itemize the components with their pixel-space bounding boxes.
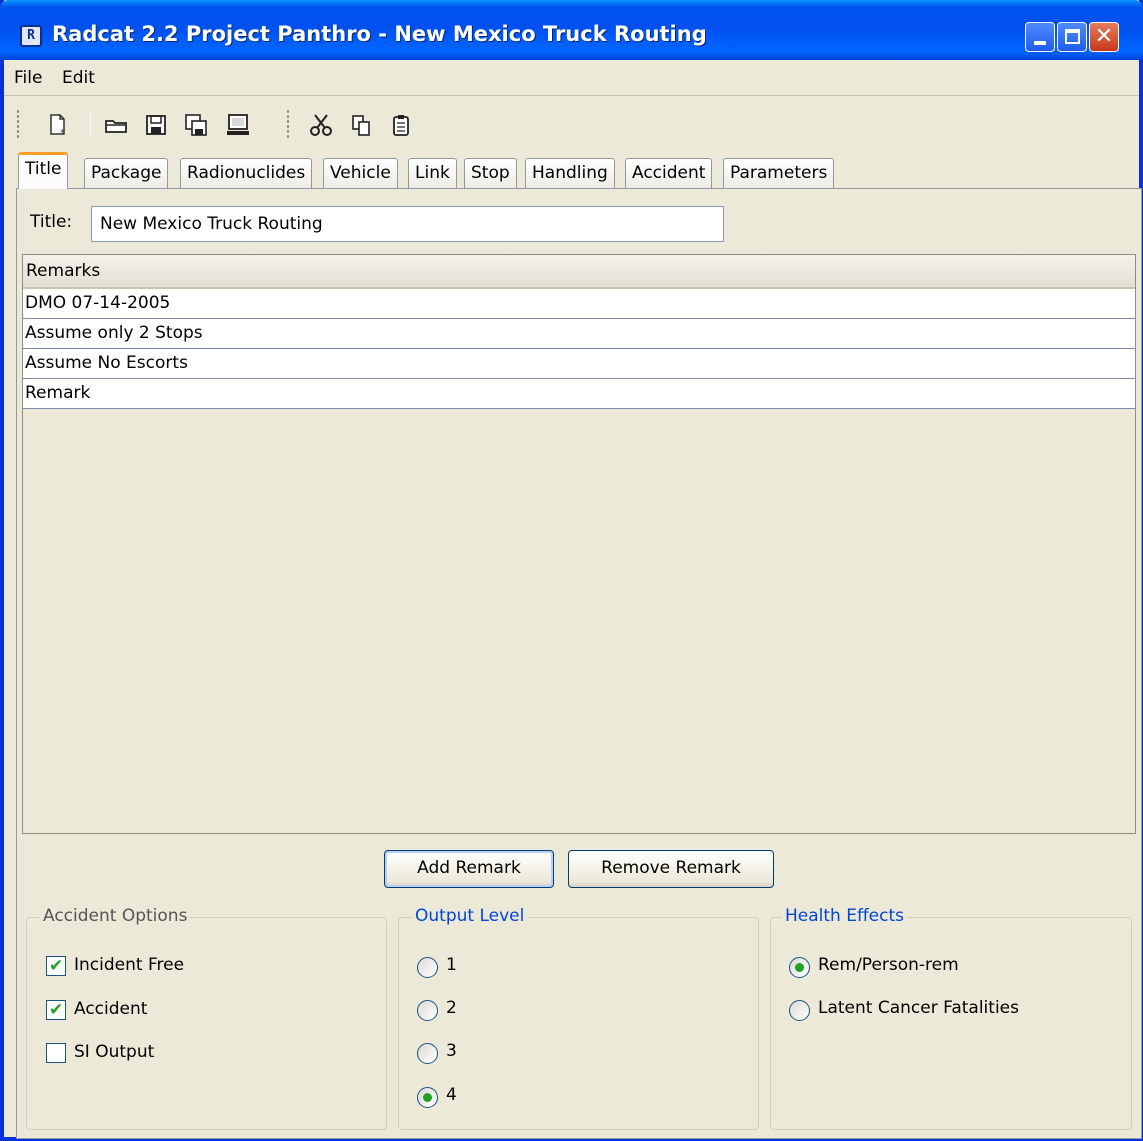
remarks-table: Remarks DMO 07-14-2005 Assume only 2 Sto… [22, 254, 1136, 834]
output-level-label-2: 2 [446, 998, 457, 1018]
minimize-icon [1034, 41, 1046, 45]
output-level-label-1: 1 [446, 955, 457, 975]
tab-handling[interactable]: Handling [525, 158, 615, 188]
output-level-radio-1[interactable] [417, 957, 438, 978]
toolbar: * [4, 97, 1139, 151]
tab-accident[interactable]: Accident [625, 158, 713, 188]
output-level-radio-4[interactable] [417, 1087, 438, 1108]
output-level-radio-2[interactable] [417, 1000, 438, 1021]
title-input[interactable] [91, 206, 724, 242]
output-level-label-4: 4 [446, 1085, 457, 1105]
accident-label: Accident [74, 999, 148, 1019]
svg-text:*: * [60, 128, 65, 137]
copy-icon[interactable] [349, 113, 373, 137]
accident-options-group [26, 917, 387, 1130]
latent-cancer-fatalities-radio[interactable] [789, 1000, 810, 1021]
checkmark-icon: ✔ [49, 956, 64, 976]
open-folder-icon[interactable] [104, 113, 128, 137]
table-row[interactable]: Assume only 2 Stops [23, 319, 1135, 349]
accident-options-title: Accident Options [40, 906, 191, 926]
tab-vehicle[interactable]: Vehicle [323, 158, 398, 188]
si-output-checkbox[interactable] [46, 1043, 66, 1063]
run-computer-icon[interactable] [226, 113, 250, 137]
tab-title[interactable]: Title [18, 152, 69, 189]
toolbar-grip[interactable] [16, 109, 20, 139]
checkmark-icon: ✔ [49, 1000, 64, 1020]
window-title: Radcat 2.2 Project Panthro - New Mexico … [52, 22, 707, 46]
health-effects-title: Health Effects [782, 906, 908, 926]
cut-icon[interactable] [309, 113, 333, 137]
radio-selected-dot [423, 1093, 432, 1102]
app-window: R Radcat 2.2 Project Panthro - New Mexic… [0, 0, 1143, 1141]
close-button[interactable]: ✕ [1089, 22, 1119, 52]
toolbar-separator [90, 109, 91, 139]
incident-free-label: Incident Free [74, 955, 185, 975]
radio-selected-dot [795, 963, 804, 972]
rem-person-rem-label: Rem/Person-rem [818, 955, 959, 975]
app-icon: R [20, 25, 42, 47]
title-bar[interactable]: R Radcat 2.2 Project Panthro - New Mexic… [0, 0, 1143, 60]
tab-link[interactable]: Link [408, 158, 457, 188]
output-level-radio-3[interactable] [417, 1043, 438, 1064]
add-remark-button[interactable]: Add Remark [384, 850, 554, 888]
remarks-header[interactable]: Remarks [23, 255, 1135, 289]
remove-remark-button[interactable]: Remove Remark [568, 850, 774, 888]
si-output-label: SI Output [74, 1042, 155, 1062]
output-level-title: Output Level [412, 906, 528, 926]
toolbar-grip-2[interactable] [286, 109, 290, 139]
title-label: Title: [30, 212, 73, 232]
tab-radionuclides[interactable]: Radionuclides [180, 158, 313, 188]
output-level-label-3: 3 [446, 1041, 457, 1061]
table-row[interactable]: Assume No Escorts [23, 349, 1135, 379]
incident-free-checkbox[interactable]: ✔ [46, 956, 66, 976]
health-effects-group [770, 917, 1132, 1130]
table-row[interactable]: Remark [23, 379, 1135, 409]
table-row[interactable]: DMO 07-14-2005 [23, 289, 1135, 319]
paste-icon[interactable] [389, 113, 413, 137]
minimize-button[interactable] [1025, 22, 1055, 52]
tab-package[interactable]: Package [84, 158, 169, 188]
tab-parameters[interactable]: Parameters [723, 158, 835, 188]
maximize-button[interactable] [1057, 22, 1087, 52]
maximize-icon [1065, 29, 1080, 44]
tab-stop[interactable]: Stop [464, 158, 517, 188]
menu-edit[interactable]: Edit [62, 68, 95, 88]
menu-file[interactable]: File [14, 68, 42, 88]
save-icon[interactable] [144, 113, 168, 137]
accident-checkbox[interactable]: ✔ [46, 1000, 66, 1020]
new-file-icon[interactable]: * [46, 113, 70, 139]
latent-cancer-fatalities-label: Latent Cancer Fatalities [818, 998, 1019, 1018]
close-icon: ✕ [1094, 24, 1114, 49]
save-as-icon[interactable] [184, 113, 208, 137]
menu-bar: File Edit [4, 60, 1139, 96]
rem-person-rem-radio[interactable] [789, 957, 810, 978]
